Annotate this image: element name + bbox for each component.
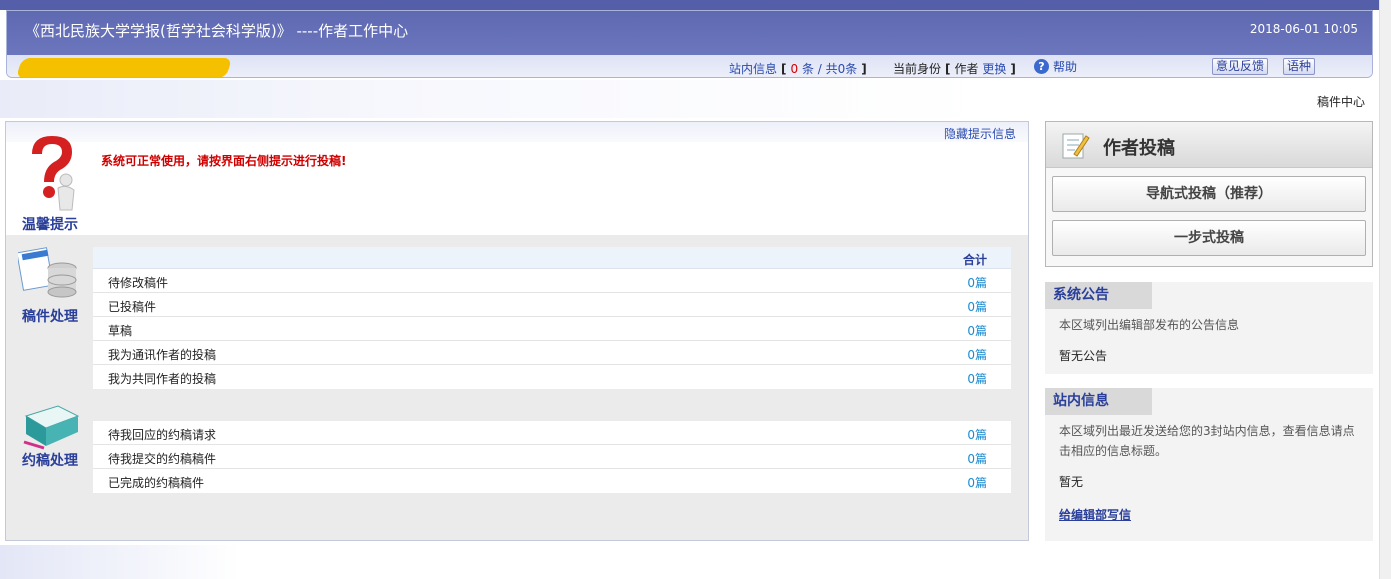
bracket-close: ] [1010,62,1016,76]
row-label[interactable]: 我为共同作者的投稿 [108,370,216,387]
messages-desc: 本区域列出最近发送给您的3封站内信息，查看信息请点击相应的信息标题。 [1059,424,1355,458]
invitations-table: 待我回应的约稿请求 0篇 待我提交的约稿稿件 0篇 已完成的约稿稿件 0篇 [93,421,1011,493]
manuscripts-section-label: 稿件处理 [22,309,78,325]
identity-info: 当前身份[作者 更换] [893,60,1020,77]
row-label[interactable]: 待我回应的约稿请求 [108,426,216,443]
messages-content: 暂无 [1059,475,1084,489]
row-label[interactable]: 待我提交的约稿稿件 [108,450,216,467]
language-button[interactable]: 语种 [1283,58,1316,75]
guided-submit-button[interactable]: 导航式投稿（推荐） [1052,176,1366,212]
identity-role: 作者 [954,62,979,76]
decorative-band-bottom [0,545,240,579]
main-panel: 隐藏提示信息 温馨提示 系统可正常使用，请按界面右侧提示进行投稿! 稿件处理 合… [5,121,1029,541]
tips-section-label: 温馨提示 [22,217,78,233]
row-count[interactable]: 0篇 [967,274,987,291]
announcements-panel: 系统公告 本区域列出编辑部发布的公告信息 暂无公告 [1045,282,1373,374]
row-label[interactable]: 已投稿件 [108,298,156,315]
messages-title: 站内信息 [1045,388,1152,415]
table-row[interactable]: 待我提交的约稿稿件 0篇 [93,445,1011,469]
table-row[interactable]: 我为通讯作者的投稿 0篇 [93,341,1011,365]
breadcrumb: 稿件中心 [1316,95,1365,109]
help-icon[interactable]: ? [1034,59,1049,74]
top-bar [0,0,1391,10]
invitation-box-icon [23,405,80,450]
table-row[interactable]: 我为共同作者的投稿 0篇 [93,365,1011,389]
row-count[interactable]: 0篇 [967,426,987,443]
identity-label: 当前身份 [893,62,942,76]
row-count[interactable]: 0篇 [967,370,987,387]
bracket-open: [ [781,62,787,76]
manuscripts-table: 合计 待修改稿件 0篇 已投稿件 0篇 草稿 0篇 我为通讯作者的投稿 0篇 我为共同作… [93,247,1011,389]
row-label[interactable]: 草稿 [108,322,132,339]
messages-panel: 站内信息 本区域列出最近发送给您的3封站内信息，查看信息请点击相应的信息标题。 … [1045,388,1373,541]
submit-header: 作者投稿 [1046,122,1372,168]
write-to-editor-link[interactable]: 给编辑部写信 [1059,508,1131,522]
table-header: 合计 [93,247,1011,269]
table-row[interactable]: 已完成的约稿稿件 0篇 [93,469,1011,493]
announcements-content: 暂无公告 [1059,349,1108,363]
onestep-submit-button[interactable]: 一步式投稿 [1052,220,1366,256]
row-label[interactable]: 已完成的约稿稿件 [108,474,204,491]
tip-message: 系统可正常使用，请按界面右侧提示进行投稿! [101,154,347,168]
bracket-close: ] [861,62,867,76]
scrollbar[interactable] [1379,0,1391,579]
row-count[interactable]: 0篇 [967,474,987,491]
table-row[interactable]: 待我回应的约稿请求 0篇 [93,421,1011,445]
pencil-note-icon [1062,133,1090,159]
invitations-section-label: 约稿处理 [22,453,78,469]
announcements-title: 系统公告 [1045,282,1152,309]
tip-header: 隐藏提示信息 [6,122,1028,142]
mail-unread-count[interactable]: 0 [791,62,799,76]
table-row[interactable]: 已投稿件 0篇 [93,293,1011,317]
identity-switch-link[interactable]: 更换 [982,62,1006,76]
hide-tips-link[interactable]: 隐藏提示信息 [944,125,1016,142]
row-count[interactable]: 0篇 [967,346,987,363]
header: 《西北民族大学学报(哲学社会科学版)》 ----作者工作中心 2018-06-0… [6,10,1373,78]
row-count[interactable]: 0篇 [967,322,987,339]
header-info-bar: 站内信息[0 条 / 共0条] 当前身份[作者 更换] ? 帮助 意见反馈 语种 [7,55,1372,77]
mail-sep: 条 / 共 [801,62,838,76]
datetime: 2018-06-01 10:05 [1249,22,1358,36]
mail-label[interactable]: 站内信息 [729,62,777,76]
bracket-open: [ [945,62,951,76]
row-count[interactable]: 0篇 [967,298,987,315]
help-label[interactable]: 帮助 [1053,58,1077,75]
feedback-button[interactable]: 意见反馈 [1212,58,1269,75]
database-icon [18,247,77,298]
announcements-desc: 本区域列出编辑部发布的公告信息 [1059,318,1240,332]
header-title-bar: 《西北民族大学学报(哲学社会科学版)》 ----作者工作中心 2018-06-0… [7,11,1372,55]
mail-total[interactable]: 0条 [838,62,858,76]
question-person-icon [32,136,75,211]
mail-info[interactable]: 站内信息 [0 条 / 共0条] [729,60,871,77]
redacted-username [15,58,233,77]
help-link[interactable]: ? 帮助 [1034,58,1077,75]
row-label[interactable]: 待修改稿件 [108,274,168,291]
row-count[interactable]: 0篇 [967,450,987,467]
row-label[interactable]: 我为通讯作者的投稿 [108,346,216,363]
submit-title: 作者投稿 [1103,138,1175,159]
table-row[interactable]: 草稿 0篇 [93,317,1011,341]
table-row[interactable]: 待修改稿件 0篇 [93,269,1011,293]
tip-area: 隐藏提示信息 温馨提示 系统可正常使用，请按界面右侧提示进行投稿! [6,122,1028,235]
page-title: 《西北民族大学学报(哲学社会科学版)》 ----作者工作中心 [25,22,409,40]
total-header: 合计 [962,253,987,267]
decorative-band [0,80,990,118]
submit-panel: 作者投稿 导航式投稿（推荐） 一步式投稿 [1045,121,1373,267]
